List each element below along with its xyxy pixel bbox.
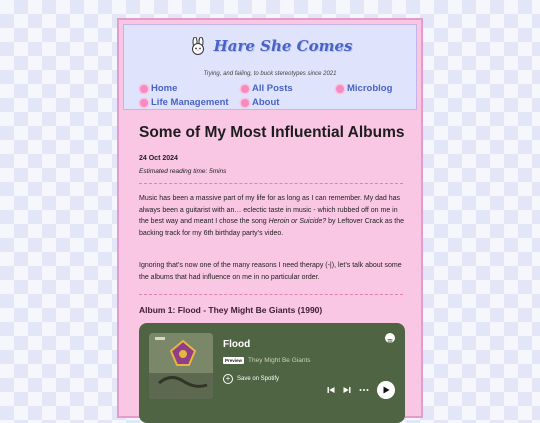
preview-row: Preview They Might Be Giants xyxy=(223,357,311,364)
album-name[interactable]: Flood xyxy=(223,339,250,350)
post-date: 24 Oct 2024 xyxy=(139,155,178,162)
second-paragraph: Ignoring that’s now one of the many reas… xyxy=(139,260,405,283)
nav-life-management-label: Life Management xyxy=(151,97,229,108)
preview-badge: Preview xyxy=(223,357,245,364)
site-title[interactable]: Hare She Comes xyxy=(214,37,353,55)
bunny-logo-icon xyxy=(191,37,204,55)
nav-home-label: Home xyxy=(151,83,178,94)
site-header: Hare She Comes Trying, and failing, to b… xyxy=(123,24,417,110)
flower-icon xyxy=(241,98,249,107)
artist-name[interactable]: They Might Be Giants xyxy=(248,357,311,364)
reading-time: Estimated reading time: 5mins xyxy=(139,168,227,175)
nav-microblog-label: Microblog xyxy=(347,83,393,94)
spotify-embed[interactable]: Flood Preview They Might Be Giants + Sav… xyxy=(139,323,405,423)
play-icon xyxy=(383,386,390,394)
flower-icon xyxy=(241,84,249,93)
flower-icon xyxy=(336,84,344,93)
album-1-heading: Album 1: Flood - They Might Be Giants (1… xyxy=(139,305,323,315)
save-label: Save on Spotify xyxy=(237,376,280,382)
plus-icon: + xyxy=(223,374,233,384)
play-button[interactable] xyxy=(377,381,395,399)
spotify-logo-icon[interactable] xyxy=(385,333,395,344)
nav-home[interactable]: Home xyxy=(140,83,177,94)
nav-about[interactable]: About xyxy=(241,97,279,108)
nav-life-management[interactable]: Life Management xyxy=(140,97,229,108)
divider xyxy=(139,183,403,184)
next-track-icon[interactable] xyxy=(343,386,351,394)
divider xyxy=(139,294,403,295)
nav-all-posts-label: All Posts xyxy=(252,83,293,94)
intro-paragraph: Music has been a massive part of my life… xyxy=(139,193,405,239)
more-options-icon[interactable] xyxy=(359,386,369,394)
nav-about-label: About xyxy=(252,97,280,108)
player-controls xyxy=(327,381,395,399)
page-frame: Hare She Comes Trying, and failing, to b… xyxy=(117,18,423,423)
previous-track-icon[interactable] xyxy=(327,386,335,394)
site-logo[interactable]: Hare She Comes xyxy=(124,37,416,55)
flower-icon xyxy=(140,84,148,93)
site-tagline: Trying, and failing, to buck stereotypes… xyxy=(203,71,337,77)
nav-all-posts[interactable]: All Posts xyxy=(241,83,293,94)
post-title: Some of My Most Influential Albums xyxy=(139,124,405,141)
song-title: Heroin or Suicide? xyxy=(268,218,327,225)
second-paragraph-text: Ignoring that’s now one of the many reas… xyxy=(139,262,402,281)
album-cover-image[interactable] xyxy=(149,333,213,399)
post-content: Some of My Most Influential Albums 24 Oc… xyxy=(123,112,417,423)
save-on-spotify-button[interactable]: + Save on Spotify xyxy=(223,374,279,384)
flower-icon xyxy=(140,98,148,107)
nav-microblog[interactable]: Microblog xyxy=(336,83,392,94)
